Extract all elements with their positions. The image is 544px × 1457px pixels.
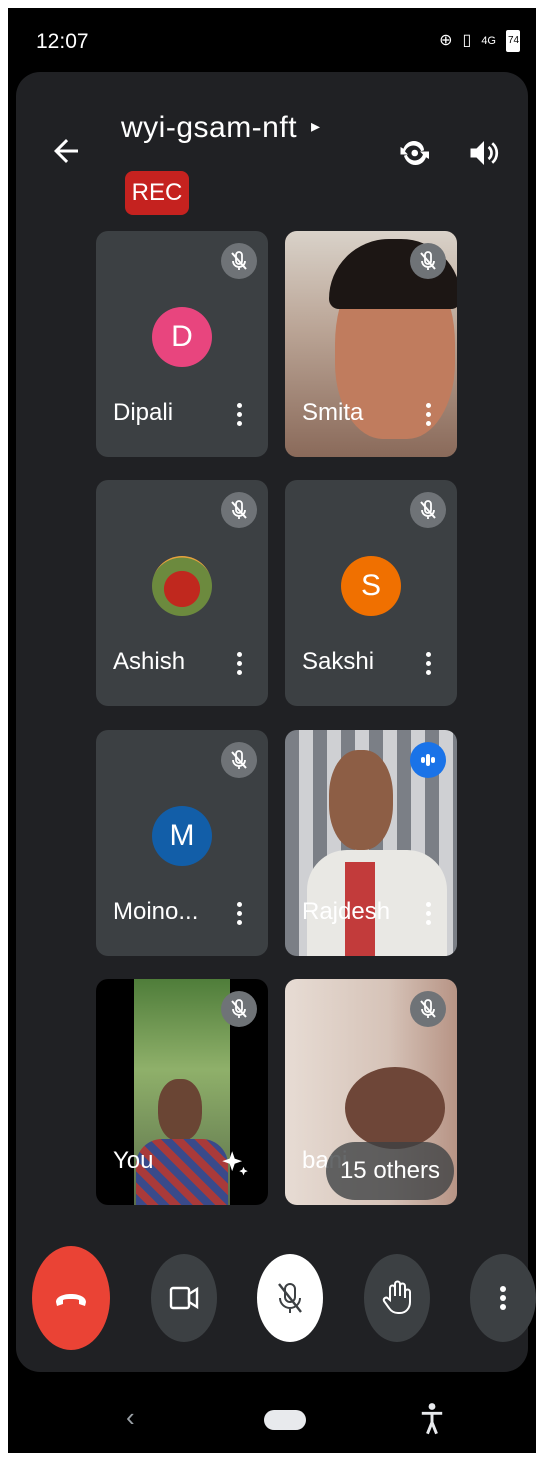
more-vert-icon[interactable] [234,399,244,429]
back-button[interactable] [48,133,84,169]
data-saver-icon: ⊕ [439,32,453,49]
mic-off-icon [221,243,257,279]
participant-name: Rajdesh [302,898,391,925]
mic-off-icon [221,742,257,778]
accessibility-icon[interactable] [418,1402,446,1436]
participant-name: Ashish [113,648,186,675]
mic-off-icon [221,492,257,528]
more-vert-icon[interactable] [423,648,433,678]
vibrate-icon: ▯ [462,32,472,49]
end-call-button[interactable] [32,1246,110,1350]
speaker-icon [470,141,499,165]
signal-icon: 4G [481,35,496,47]
hang-up-icon [56,1294,86,1306]
effects-sparkle-icon[interactable] [218,1147,252,1181]
status-time: 12:07 [36,30,89,53]
arrow-left-icon [54,139,78,163]
meeting-code[interactable]: wyi-gsam-nft [121,111,297,145]
chevron-right-icon[interactable]: ▸ [311,116,320,137]
participant-tile[interactable]: S Sakshi [285,480,457,706]
avatar-photo [152,556,212,616]
mic-off-icon [410,492,446,528]
battery-icon: 74 [506,30,520,52]
participant-name: Sakshi [302,648,375,675]
raise-hand-button[interactable] [364,1254,430,1342]
participant-name: You [113,1147,154,1174]
camera-toggle-button[interactable] [151,1254,217,1342]
switch-camera-button[interactable] [396,135,432,171]
participant-name: Dipali [113,399,174,426]
participant-name: Moino... [113,898,199,925]
more-vert-icon[interactable] [234,898,244,928]
participant-name: Smita [302,399,364,426]
videocam-icon [169,1286,199,1310]
person-head [345,1067,445,1149]
more-options-button[interactable] [470,1254,536,1342]
participant-tile[interactable]: Smita [285,231,457,457]
mic-off-icon [410,243,446,279]
participant-tile[interactable]: You [96,979,268,1205]
phone-screen: 12:07 ⊕ ▯ 4G 74 wyi-gsam-nft ▸ REC D Dip… [8,8,536,1453]
speaker-button[interactable] [466,135,502,171]
avatar: D [152,307,212,367]
status-icons: ⊕ ▯ 4G 74 [439,30,520,52]
switch-camera-icon [400,141,429,165]
others-chip[interactable]: 15 others [326,1142,454,1200]
participant-tile[interactable]: Rajdesh [285,730,457,956]
participant-tile[interactable]: M Moino... [96,730,268,956]
mic-off-icon [278,1283,302,1313]
more-vert-icon[interactable] [423,399,433,429]
more-vert-icon[interactable] [423,898,433,928]
mic-toggle-button[interactable] [257,1254,323,1342]
nav-back-icon[interactable]: ‹ [126,1402,135,1433]
participant-tile[interactable]: D Dipali [96,231,268,457]
hand-icon [382,1280,411,1314]
more-vert-icon[interactable] [234,648,244,678]
rec-badge[interactable]: REC [125,171,189,215]
avatar: S [341,556,401,616]
mic-off-icon [410,991,446,1027]
mic-off-icon [221,991,257,1027]
participant-tile[interactable]: Ashish [96,480,268,706]
more-vert-icon [500,1286,506,1310]
person-head [158,1079,202,1141]
avatar: M [152,806,212,866]
status-bar: 12:07 ⊕ ▯ 4G 74 [8,8,536,72]
person-head [329,750,393,850]
nav-home-pill[interactable] [264,1410,306,1430]
speaking-indicator-icon [410,742,446,778]
